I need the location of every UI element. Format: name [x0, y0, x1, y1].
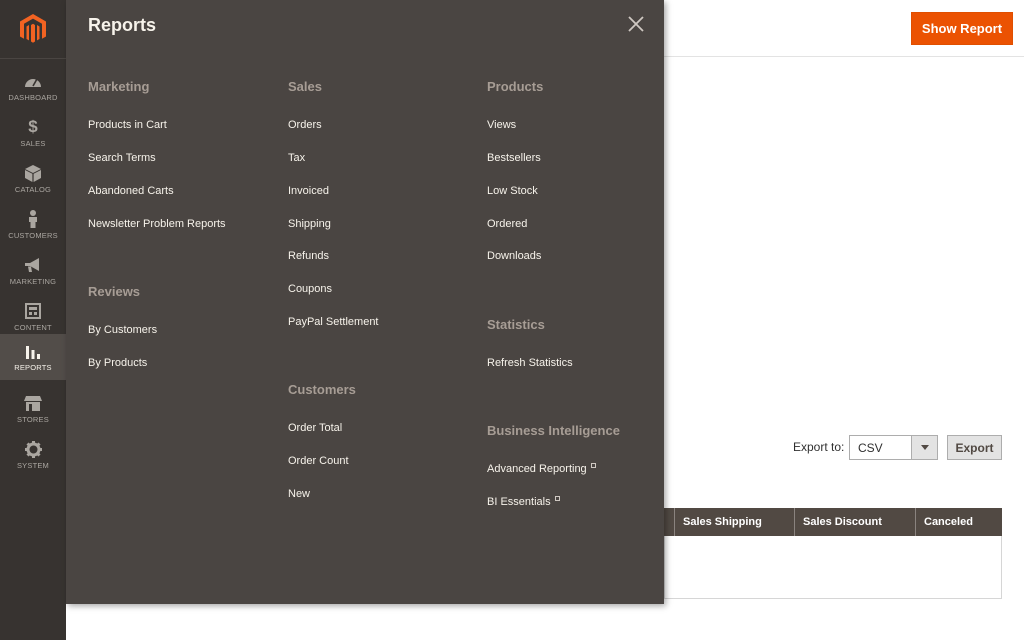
menu-link-views[interactable]: Views: [487, 119, 516, 131]
group-title-products: Products: [487, 79, 544, 94]
menu-link-search-terms[interactable]: Search Terms: [88, 152, 156, 164]
menu-link-order-count[interactable]: Order Count: [288, 455, 349, 467]
sidebar-divider: [0, 58, 66, 59]
sidebar-item-label: DASHBOARD: [8, 93, 58, 102]
menu-link-shipping[interactable]: Shipping: [288, 218, 331, 230]
sidebar-item-system[interactable]: SYSTEM: [0, 432, 66, 478]
magento-logo-icon: [20, 14, 46, 43]
sidebar-item-label: SYSTEM: [16, 461, 50, 470]
menu-link-orders[interactable]: Orders: [288, 119, 322, 131]
gear-icon: [24, 440, 42, 458]
sidebar-item-label: CATALOG: [14, 185, 52, 194]
sidebar-item-marketing[interactable]: MARKETING: [0, 248, 66, 294]
close-icon[interactable]: [626, 14, 646, 34]
chevron-down-icon: [911, 436, 937, 459]
grid-column-partial: [664, 508, 674, 536]
cube-icon: [24, 164, 42, 182]
group-title-business-intelligence: Business Intelligence: [487, 423, 620, 438]
layout-icon: [24, 302, 42, 320]
magento-logo[interactable]: [0, 0, 66, 58]
group-title-sales: Sales: [288, 79, 322, 94]
group-title-statistics: Statistics: [487, 317, 545, 332]
export-button[interactable]: Export: [947, 435, 1002, 460]
menu-link-refunds[interactable]: Refunds: [288, 250, 329, 262]
menu-link-downloads[interactable]: Downloads: [487, 250, 541, 262]
sidebar-item-catalog[interactable]: CATALOG: [0, 156, 66, 202]
menu-link-products-in-cart[interactable]: Products in Cart: [88, 119, 167, 131]
grid-column-sales-shipping[interactable]: Sales Shipping: [674, 508, 794, 536]
menu-link-low-stock[interactable]: Low Stock: [487, 185, 538, 197]
export-format-value: CSV: [858, 440, 883, 455]
bar-chart-icon: [24, 342, 42, 360]
external-link-icon: [590, 463, 596, 468]
sidebar-item-customers[interactable]: CUSTOMERS: [0, 202, 66, 248]
menu-link-by-customers[interactable]: By Customers: [88, 324, 157, 336]
sidebar-item-label: SALES: [20, 139, 46, 148]
sidebar-item-label: CUSTOMERS: [8, 231, 58, 240]
menu-link-by-products[interactable]: By Products: [88, 357, 147, 369]
sidebar-item-label: STORES: [17, 415, 49, 424]
sidebar-item-stores[interactable]: STORES: [0, 386, 66, 432]
export-format-select[interactable]: CSV: [849, 435, 938, 460]
menu-link-label: Advanced Reporting: [487, 463, 587, 475]
menu-link-bestsellers[interactable]: Bestsellers: [487, 152, 541, 164]
store-icon: [24, 394, 42, 412]
menu-link-newsletter-problem-reports[interactable]: Newsletter Problem Reports: [88, 218, 226, 230]
group-title-reviews: Reviews: [88, 284, 141, 299]
sidebar-item-reports[interactable]: REPORTS: [0, 334, 66, 380]
dollar-icon: $: [28, 117, 38, 136]
grid-column-sales-discount[interactable]: Sales Discount: [794, 508, 915, 536]
menu-link-ordered[interactable]: Ordered: [487, 218, 527, 230]
menu-link-new[interactable]: New: [288, 488, 310, 500]
group-title-customers: Customers: [288, 382, 356, 397]
admin-sidebar: DASHBOARD $ SALES CATALOG CUSTOMERS MARK…: [0, 0, 66, 640]
sidebar-item-label: REPORTS: [14, 363, 52, 372]
menu-link-invoiced[interactable]: Invoiced: [288, 185, 329, 197]
menu-link-tax[interactable]: Tax: [288, 152, 305, 164]
menu-link-order-total[interactable]: Order Total: [288, 422, 342, 434]
menu-link-coupons[interactable]: Coupons: [288, 283, 332, 295]
megaphone-icon: [24, 256, 42, 274]
menu-title: Reports: [88, 15, 157, 35]
external-link-icon: [554, 496, 560, 501]
report-grid-header: Sales Shipping Sales Discount Canceled: [664, 508, 1002, 536]
menu-link-advanced-reporting[interactable]: Advanced Reporting: [487, 463, 596, 475]
report-grid-body: [664, 536, 1002, 599]
sidebar-item-dashboard[interactable]: DASHBOARD: [0, 64, 66, 110]
menu-link-refresh-statistics[interactable]: Refresh Statistics: [487, 357, 573, 369]
menu-link-bi-essentials[interactable]: BI Essentials: [487, 496, 560, 508]
export-label: Export to:: [793, 440, 845, 454]
sidebar-item-label: CONTENT: [14, 323, 52, 332]
menu-link-paypal-settlement[interactable]: PayPal Settlement: [288, 316, 379, 328]
menu-link-label: BI Essentials: [487, 496, 551, 508]
sidebar-item-sales[interactable]: $ SALES: [0, 110, 66, 156]
grid-column-canceled[interactable]: Canceled: [915, 508, 1002, 536]
group-title-marketing: Marketing: [88, 79, 150, 94]
menu-link-abandoned-carts[interactable]: Abandoned Carts: [88, 185, 174, 197]
sidebar-item-label: MARKETING: [9, 277, 57, 286]
show-report-button[interactable]: Show Report: [911, 12, 1013, 45]
reports-menu-panel: Reports Marketing Products in Cart Searc…: [66, 0, 664, 604]
person-icon: [24, 210, 42, 228]
dashboard-icon: [24, 72, 42, 90]
